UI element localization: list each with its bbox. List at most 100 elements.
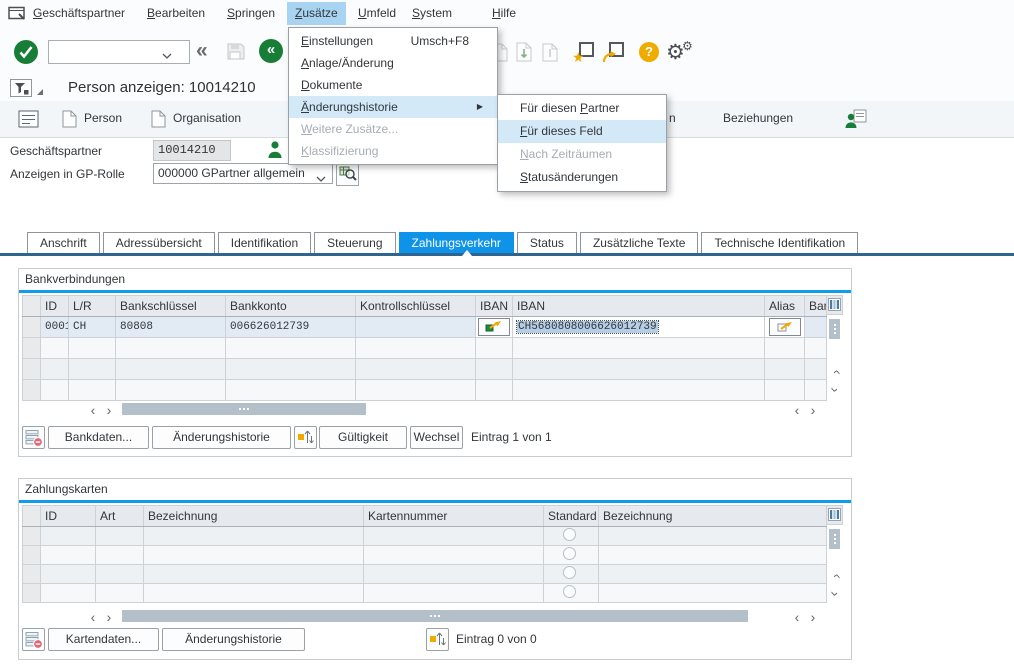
header-select-all[interactable] <box>23 506 41 527</box>
col-bank[interactable]: Bank <box>805 296 827 317</box>
scroll-down-icon[interactable]: › <box>828 587 842 601</box>
command-field-chevron-icon[interactable] <box>162 48 172 62</box>
alias-button[interactable] <box>769 318 801 336</box>
enter-check-icon[interactable] <box>14 40 38 64</box>
window-icon[interactable] <box>8 6 26 24</box>
scroll-up-icon[interactable]: › <box>828 569 842 583</box>
menu-item-einstellungen[interactable]: Einstellungen Umsch+F8 <box>289 30 497 52</box>
vertical-scrollbar-thumb[interactable] <box>829 529 840 549</box>
bank-account-row[interactable]: 0001 CH 80808 006626012739 CH56808080066… <box>23 317 827 338</box>
menu-springen[interactable]: Springen <box>227 0 275 26</box>
row-selector-cell[interactable] <box>23 317 41 338</box>
col-kartennummer[interactable]: Kartennummer <box>364 506 544 527</box>
menu-item-anlage-aenderung[interactable]: Anlage/Änderung <box>289 52 497 74</box>
scroll-right-end-icon[interactable]: › <box>806 610 820 624</box>
gueltigkeit-button[interactable]: Gültigkeit <box>319 426 407 449</box>
scroll-right-end-icon[interactable]: › <box>806 403 820 417</box>
wechsel-button[interactable]: Wechsel <box>410 426 463 449</box>
tab-zahlungsverkehr[interactable]: Zahlungsverkehr <box>399 232 514 254</box>
gp-number-field[interactable]: 10014210 <box>153 140 231 161</box>
tab-adressuebersicht[interactable]: Adressübersicht <box>103 232 215 254</box>
bank-horizontal-scrollbar[interactable]: ‹ › ‹ › <box>22 402 826 417</box>
standard-radio[interactable] <box>563 585 576 598</box>
scroll-left-icon[interactable]: ‹ <box>86 610 100 624</box>
col-bezeichnung[interactable]: Bezeichnung <box>144 506 364 527</box>
table-row-empty[interactable] <box>23 565 827 584</box>
adjust-entries-icon-button[interactable] <box>294 426 317 449</box>
header-select-all[interactable] <box>23 296 41 317</box>
tab-steuerung[interactable]: Steuerung <box>314 232 395 254</box>
remove-entry-icon-button[interactable] <box>22 628 45 651</box>
col-art[interactable]: Art <box>96 506 144 527</box>
table-settings-button[interactable] <box>826 295 843 315</box>
iban-detail-button[interactable] <box>478 318 510 336</box>
tab-technische-identifikation[interactable]: Technische Identifikation <box>701 232 858 254</box>
exit-icon[interactable]: « <box>259 39 283 63</box>
scroll-down-icon[interactable]: › <box>828 383 842 397</box>
overview-icon[interactable] <box>18 109 40 132</box>
col-kontrollschluessel[interactable]: Kontrollschlüssel <box>356 296 476 317</box>
menu-umfeld[interactable]: Umfeld <box>358 0 396 26</box>
vertical-scrollbar-thumb[interactable] <box>829 319 840 339</box>
scroll-left-end-icon[interactable]: ‹ <box>790 403 804 417</box>
cards-horizontal-scrollbar[interactable]: ‹ › ‹ › <box>22 609 826 624</box>
help-icon[interactable]: ? <box>639 42 659 62</box>
tab-status[interactable]: Status <box>517 232 577 254</box>
bank-aenderungshistorie-button[interactable]: Änderungshistorie <box>152 426 291 449</box>
table-row-empty[interactable] <box>23 546 827 565</box>
menu-item-fuer-diesen-partner[interactable]: Für diesen Partner <box>498 97 666 120</box>
bankdaten-button[interactable]: Bankdaten... <box>48 426 149 449</box>
col-bankschluessel[interactable]: Bankschlüssel <box>116 296 226 317</box>
horizontal-scrollbar-thumb[interactable] <box>122 403 366 415</box>
adjust-entries-icon-button[interactable] <box>426 628 449 651</box>
menu-item-statusaenderungen[interactable]: Statusänderungen <box>498 166 666 189</box>
standard-radio[interactable] <box>563 566 576 579</box>
organisation-button[interactable]: Organisation <box>173 101 241 135</box>
scroll-left-end-icon[interactable]: ‹ <box>790 610 804 624</box>
scroll-left-icon[interactable]: ‹ <box>86 403 100 417</box>
create-shortcut-icon[interactable]: ★ <box>572 42 594 62</box>
iban-value-selected[interactable]: CH5680808006626012739 <box>517 321 658 333</box>
bank-vertical-scrollbar[interactable]: › › <box>826 295 844 400</box>
tab-identifikation[interactable]: Identifikation <box>218 232 311 254</box>
back-icon[interactable]: « <box>196 41 208 61</box>
cards-vertical-scrollbar[interactable]: › › <box>826 505 844 606</box>
col-id[interactable]: ID <box>41 296 69 317</box>
partner-relationship-icon[interactable] <box>845 108 867 132</box>
scroll-right-icon[interactable]: › <box>102 610 116 624</box>
remove-entry-icon-button[interactable] <box>22 426 45 449</box>
cards-aenderungshistorie-button[interactable]: Änderungshistorie <box>162 628 305 651</box>
col-iban[interactable]: IBAN <box>513 296 765 317</box>
layout-menu-icon[interactable] <box>10 79 46 102</box>
horizontal-scrollbar-thumb[interactable] <box>122 610 748 622</box>
col-alias[interactable]: Alias <box>765 296 805 317</box>
table-row-empty[interactable] <box>23 338 827 359</box>
menu-bearbeiten[interactable]: Bearbeiten <box>147 0 205 26</box>
table-row-empty[interactable] <box>23 380 827 401</box>
col-standard[interactable]: Standard <box>544 506 599 527</box>
menu-item-aenderungshistorie[interactable]: Änderungshistorie ▶ <box>289 96 497 118</box>
col-lr[interactable]: L/R <box>69 296 116 317</box>
col-bezeichnung2[interactable]: Bezeichnung <box>599 506 827 527</box>
col-iban-icon[interactable]: IBAN <box>476 296 513 317</box>
tab-zusaetzliche-texte[interactable]: Zusätzliche Texte <box>580 232 699 254</box>
standard-radio[interactable] <box>563 547 576 560</box>
partially-hidden-button[interactable]: n <box>669 101 676 135</box>
role-combobox-chevron-icon[interactable] <box>316 171 326 185</box>
table-row-empty[interactable] <box>23 527 827 546</box>
menu-system[interactable]: System <box>412 0 452 26</box>
table-settings-button[interactable] <box>826 505 843 525</box>
standard-radio[interactable] <box>563 528 576 541</box>
role-check-button[interactable] <box>336 163 359 186</box>
menu-item-fuer-dieses-feld[interactable]: Für dieses Feld <box>498 120 666 143</box>
menu-hilfe[interactable]: Hilfe <box>492 0 516 26</box>
tab-anschrift[interactable]: Anschrift <box>27 232 100 254</box>
new-session-icon[interactable] <box>602 42 624 62</box>
kartendaten-button[interactable]: Kartendaten... <box>48 628 159 651</box>
role-combobox[interactable]: 000000 GPartner allgemein <box>153 163 333 184</box>
menu-zusaetze[interactable]: Zusätze <box>287 2 346 25</box>
col-bankkonto[interactable]: Bankkonto <box>226 296 356 317</box>
scroll-right-icon[interactable]: › <box>102 403 116 417</box>
table-row-empty[interactable] <box>23 584 827 603</box>
table-row-empty[interactable] <box>23 359 827 380</box>
